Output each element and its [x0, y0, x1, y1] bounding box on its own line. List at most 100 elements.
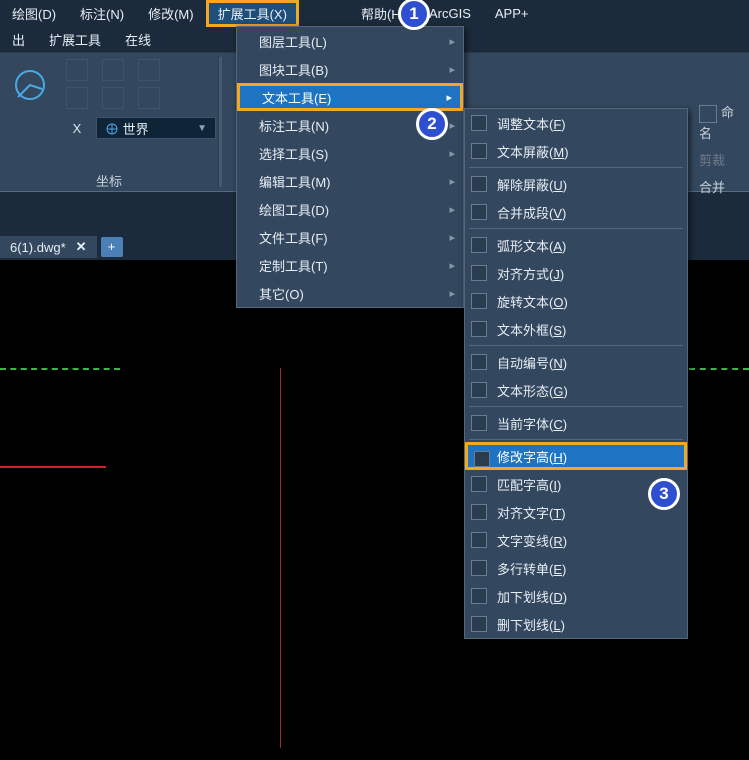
submenu-item-d[interactable]: 加下划线(D) [465, 582, 687, 610]
text-tool-icon [471, 237, 487, 253]
cmd-name[interactable]: 命名 [693, 98, 749, 146]
menu1-other[interactable]: 其它(O) [237, 279, 463, 307]
submenu-item-a[interactable]: 弧形文本(A) [465, 231, 687, 259]
sb-extend[interactable]: 扩展工具 [37, 26, 113, 53]
text-tool-icon [471, 354, 487, 370]
menu1-file-tools-label: 文件工具(F) [259, 228, 328, 247]
menu1-layer-tools-label: 图层工具(L) [259, 32, 327, 51]
cmd-merge[interactable]: 合并 [693, 173, 749, 200]
submenu-item-label: 解除屏蔽(U) [497, 175, 567, 194]
ribbon-left-group [0, 53, 60, 163]
submenu-item-label: 弧形文本(A) [497, 236, 566, 255]
ribbon-icon-grid-group: X 世界 ▼ [60, 53, 222, 163]
menu1-select-tools-label: 选择工具(S) [259, 144, 328, 163]
file-tab-name: 6(1).dwg* [10, 240, 66, 255]
file-tab-active[interactable]: 6(1).dwg* ✕ [0, 236, 97, 258]
menu1-draw-tools[interactable]: 绘图工具(D) [237, 195, 463, 223]
ribbon-icon-1[interactable] [66, 59, 88, 81]
menu1-block-tools[interactable]: 图块工具(B) [237, 55, 463, 83]
submenu-separator [469, 345, 683, 346]
text-tool-icon [471, 115, 487, 131]
menu-hidden[interactable] [299, 9, 349, 17]
world-select-label: 世界 [123, 122, 149, 137]
ribbon-icon-5[interactable] [102, 87, 124, 109]
canvas-green-dashed-left [0, 368, 120, 370]
menu1-dim-tools-label: 标注工具(N) [259, 116, 329, 135]
submenu-item-label: 文本形态(G) [497, 381, 568, 400]
submenu-item-label: 文本屏蔽(M) [497, 142, 569, 161]
ribbon-icon-4[interactable] [66, 87, 88, 109]
submenu-item-label: 当前字体(C) [497, 414, 567, 433]
submenu-item-label: 匹配字高(I) [497, 475, 561, 494]
submenu-item-s[interactable]: 文本外框(S) [465, 315, 687, 343]
submenu-item-g[interactable]: 文本形态(G) [465, 376, 687, 404]
menu-draw[interactable]: 绘图(D) [0, 0, 68, 27]
menu1-layer-tools[interactable]: 图层工具(L) [237, 27, 463, 55]
submenu-item-e[interactable]: 多行转单(E) [465, 554, 687, 582]
submenu-item-label: 多行转单(E) [497, 559, 566, 578]
submenu-item-h[interactable]: 修改字高(H) [465, 442, 687, 470]
submenu-item-o[interactable]: 旋转文本(O) [465, 287, 687, 315]
submenu-item-m[interactable]: 文本屏蔽(M) [465, 137, 687, 165]
menu-app-plus[interactable]: APP+ [483, 2, 541, 25]
sb-export[interactable]: 出 [0, 26, 37, 53]
menu1-file-tools[interactable]: 文件工具(F) [237, 223, 463, 251]
submenu-item-label: 文本外框(S) [497, 320, 566, 339]
submenu-item-l[interactable]: 删下划线(L) [465, 610, 687, 638]
menu-extend-tools[interactable]: 扩展工具(X) [206, 0, 299, 27]
submenu-item-u[interactable]: 解除屏蔽(U) [465, 170, 687, 198]
text-tool-icon [471, 415, 487, 431]
world-icon [105, 122, 119, 136]
submenu-item-label: 调整文本(F) [497, 114, 566, 133]
canvas-red-vertical [280, 368, 281, 748]
menu1-custom-tools[interactable]: 定制工具(T) [237, 251, 463, 279]
text-tool-icon [471, 265, 487, 281]
menu1-edit-tools[interactable]: 编辑工具(M) [237, 167, 463, 195]
new-tab-button[interactable]: + [101, 237, 123, 257]
menu1-select-tools[interactable]: 选择工具(S) [237, 139, 463, 167]
text-tool-icon [471, 293, 487, 309]
text-tool-icon [471, 588, 487, 604]
submenu-item-label: 自动编号(N) [497, 353, 567, 372]
text-tool-icon [471, 560, 487, 576]
ribbon-icon-2[interactable] [102, 59, 124, 81]
right-panel: 命名 剪裁 合并 [693, 98, 749, 200]
name-icon [699, 105, 717, 123]
menu-modify[interactable]: 修改(M) [136, 0, 206, 27]
cmd-clip[interactable]: 剪裁 [693, 146, 749, 173]
submenu-item-f[interactable]: 调整文本(F) [465, 109, 687, 137]
submenu-separator [469, 439, 683, 440]
text-tool-icon [471, 176, 487, 192]
submenu-item-label: 旋转文本(O) [497, 292, 568, 311]
text-tool-icon [474, 451, 490, 467]
ribbon-icon-3[interactable] [138, 59, 160, 81]
menu-annotate[interactable]: 标注(N) [68, 0, 136, 27]
menu1-other-label: 其它(O) [259, 284, 304, 303]
text-tool-icon [471, 504, 487, 520]
submenu-item-label: 对齐方式(J) [497, 264, 564, 283]
submenu-item-c[interactable]: 当前字体(C) [465, 409, 687, 437]
menu1-draw-tools-label: 绘图工具(D) [259, 200, 329, 219]
canvas-green-dashed-right [689, 368, 749, 370]
ucs-icon[interactable] [12, 67, 48, 103]
menu1-block-tools-label: 图块工具(B) [259, 60, 328, 79]
submenu-item-label: 文字变线(R) [497, 531, 567, 550]
submenu-item-label: 删下划线(L) [497, 615, 565, 634]
text-tool-icon [471, 532, 487, 548]
text-tool-icon [471, 476, 487, 492]
sb-online[interactable]: 在线 [113, 26, 163, 53]
cmd-merge-label: 合并 [699, 180, 725, 195]
ribbon-icon-6[interactable] [138, 87, 160, 109]
extend-tools-menu: 图层工具(L) 图块工具(B) 文本工具(E) 标注工具(N) 选择工具(S) … [236, 26, 464, 308]
submenu-item-n[interactable]: 自动编号(N) [465, 348, 687, 376]
submenu-item-j[interactable]: 对齐方式(J) [465, 259, 687, 287]
world-select[interactable]: 世界 ▼ [96, 117, 216, 139]
menubar: 绘图(D) 标注(N) 修改(M) 扩展工具(X) 帮助(H) ArcGIS A… [0, 0, 749, 26]
chevron-down-icon: ▼ [197, 123, 207, 134]
submenu-item-v[interactable]: 合并成段(V) [465, 198, 687, 226]
file-tab-close[interactable]: ✕ [76, 239, 87, 255]
submenu-item-r[interactable]: 文字变线(R) [465, 526, 687, 554]
text-tool-icon [471, 616, 487, 632]
text-tool-icon [471, 204, 487, 220]
menu1-text-tools[interactable]: 文本工具(E) [237, 83, 463, 111]
